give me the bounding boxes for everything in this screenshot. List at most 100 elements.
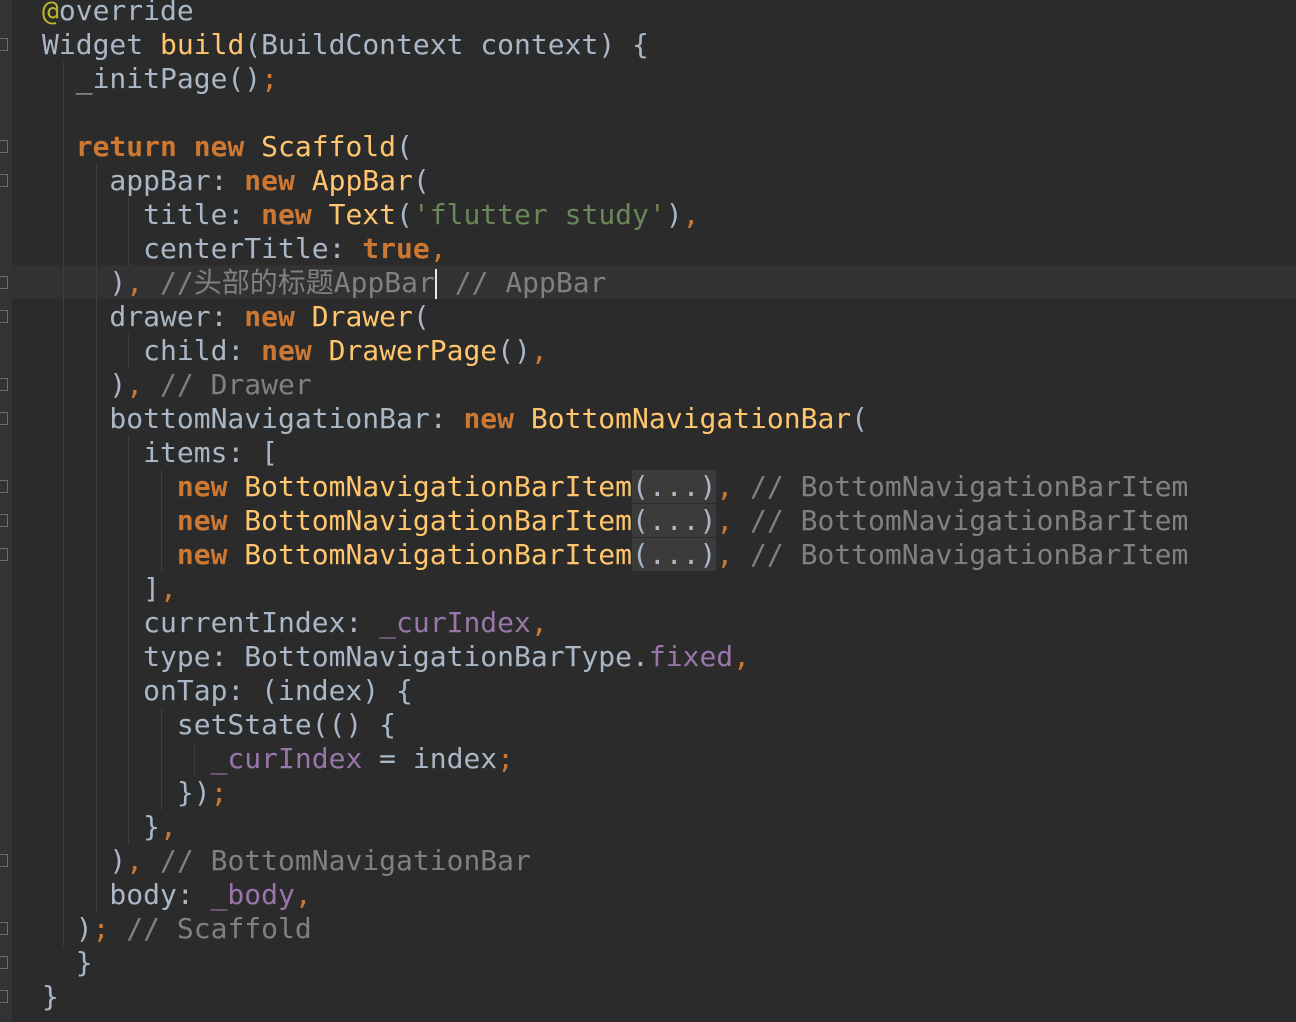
- fold-toggle-icon[interactable]: [0, 854, 8, 867]
- code-line[interactable]: }: [42, 946, 93, 980]
- code-line[interactable]: ), // BottomNavigationBar: [42, 844, 530, 878]
- code-token: // Drawer: [160, 368, 312, 401]
- code-token: (): [497, 334, 531, 367]
- code-token: 'flutter study': [412, 198, 666, 231]
- code-token: new: [463, 402, 531, 435]
- code-token: centerTitle:: [42, 232, 363, 265]
- code-token: (: [396, 130, 413, 163]
- code-token: new: [261, 198, 329, 231]
- code-editor[interactable]: @override Widget build(BuildContext conte…: [0, 0, 1296, 1022]
- code-line[interactable]: setState(() {: [42, 708, 396, 742]
- code-token: ,: [160, 572, 177, 605]
- code-line[interactable]: currentIndex: _curIndex,: [42, 606, 548, 640]
- code-token: ;: [210, 776, 228, 809]
- code-line[interactable]: },: [42, 810, 177, 844]
- code-token: onTap: (index) {: [42, 674, 413, 707]
- fold-toggle-icon[interactable]: [0, 514, 8, 527]
- code-token: true: [362, 232, 430, 265]
- code-token: ,: [716, 538, 751, 571]
- code-token: ,: [530, 606, 548, 639]
- code-line[interactable]: _curIndex = index;: [42, 742, 514, 776]
- code-line[interactable]: ), //头部的标题AppBar // AppBar: [42, 266, 606, 300]
- fold-toggle-icon[interactable]: [0, 480, 8, 493]
- fold-toggle-icon[interactable]: [0, 38, 8, 51]
- code-token: new: [176, 538, 245, 571]
- code-token: Drawer: [311, 300, 413, 333]
- code-line[interactable]: new BottomNavigationBarItem(...), // Bot…: [42, 538, 1188, 572]
- code-token: // AppBar: [437, 266, 607, 299]
- fold-toggle-icon[interactable]: [0, 140, 8, 153]
- code-line[interactable]: type: BottomNavigationBarType.fixed,: [42, 640, 750, 674]
- code-token: fixed: [648, 640, 734, 673]
- code-line[interactable]: body: _body,: [42, 878, 311, 912]
- code-token: ,: [160, 810, 177, 843]
- code-token: ;: [92, 912, 127, 945]
- code-line[interactable]: ), // Drawer: [42, 368, 312, 402]
- code-token: _curIndex: [210, 742, 363, 775]
- code-line[interactable]: }: [42, 980, 59, 1014]
- code-line[interactable]: child: new DrawerPage(),: [42, 334, 548, 368]
- code-line[interactable]: bottomNavigationBar: new BottomNavigatio…: [42, 402, 868, 436]
- fold-toggle-icon[interactable]: [0, 990, 8, 1003]
- code-token: Scaffold: [261, 130, 397, 163]
- code-line[interactable]: ); // Scaffold: [42, 912, 312, 946]
- fold-toggle-icon[interactable]: [0, 922, 8, 935]
- code-token: }: [42, 980, 59, 1013]
- code-token: ): [42, 844, 127, 877]
- fold-toggle-icon[interactable]: [0, 310, 8, 323]
- folded-code-region[interactable]: (...): [632, 470, 717, 503]
- code-token: ): [665, 198, 683, 231]
- code-token: ,: [429, 232, 447, 265]
- code-token: (BuildContext context) {: [244, 28, 649, 61]
- code-token: _curIndex: [379, 606, 531, 639]
- code-line[interactable]: ],: [42, 572, 177, 606]
- code-token: (: [412, 164, 430, 197]
- code-line[interactable]: return new Scaffold(: [42, 130, 413, 164]
- code-token: _body: [210, 878, 295, 911]
- code-token: bottomNavigationBar:: [42, 402, 464, 435]
- folded-code-region[interactable]: (...): [632, 538, 717, 571]
- code-line[interactable]: @override: [42, 0, 194, 28]
- code-line[interactable]: items: [: [42, 436, 278, 470]
- code-token: //头部的标题AppBar: [160, 266, 435, 299]
- fold-toggle-icon[interactable]: [0, 548, 8, 561]
- code-token: ,: [530, 334, 548, 367]
- code-token: Widget: [42, 28, 161, 61]
- fold-toggle-icon[interactable]: [0, 276, 8, 289]
- code-token: override: [58, 0, 194, 27]
- code-token: ,: [716, 504, 751, 537]
- code-token: return new: [75, 130, 262, 163]
- fold-toggle-icon[interactable]: [0, 174, 8, 187]
- code-token: BottomNavigationBarItem: [244, 470, 633, 503]
- code-line[interactable]: new BottomNavigationBarItem(...), // Bot…: [42, 504, 1188, 538]
- code-line[interactable]: Widget build(BuildContext context) {: [42, 28, 649, 62]
- code-token: ]: [42, 572, 161, 605]
- text-caret: [434, 269, 437, 299]
- code-token: }: [42, 946, 93, 979]
- code-line[interactable]: drawer: new Drawer(: [42, 300, 429, 334]
- fold-toggle-icon[interactable]: [0, 378, 8, 391]
- code-line[interactable]: onTap: (index) {: [42, 674, 413, 708]
- code-token: ,: [682, 198, 700, 231]
- code-token: ;: [261, 62, 279, 95]
- code-line[interactable]: appBar: new AppBar(: [42, 164, 430, 198]
- folded-code-region[interactable]: (...): [632, 504, 717, 537]
- code-token: // BottomNavigationBarItem: [750, 470, 1189, 503]
- fold-toggle-icon[interactable]: [0, 412, 8, 425]
- code-line[interactable]: new BottomNavigationBarItem(...), // Bot…: [42, 470, 1188, 504]
- code-line[interactable]: });: [42, 776, 228, 810]
- code-token: _initPage(): [42, 62, 262, 95]
- fold-toggle-icon[interactable]: [0, 956, 8, 969]
- code-token: new: [176, 504, 245, 537]
- code-line[interactable]: _initPage();: [42, 62, 278, 96]
- code-token: ,: [126, 844, 161, 877]
- code-line[interactable]: title: new Text('flutter study'),: [42, 198, 699, 232]
- code-token: ,: [716, 470, 751, 503]
- code-token: ;: [497, 742, 515, 775]
- code-line[interactable]: centerTitle: true,: [42, 232, 447, 266]
- editor-gutter[interactable]: [0, 0, 12, 1022]
